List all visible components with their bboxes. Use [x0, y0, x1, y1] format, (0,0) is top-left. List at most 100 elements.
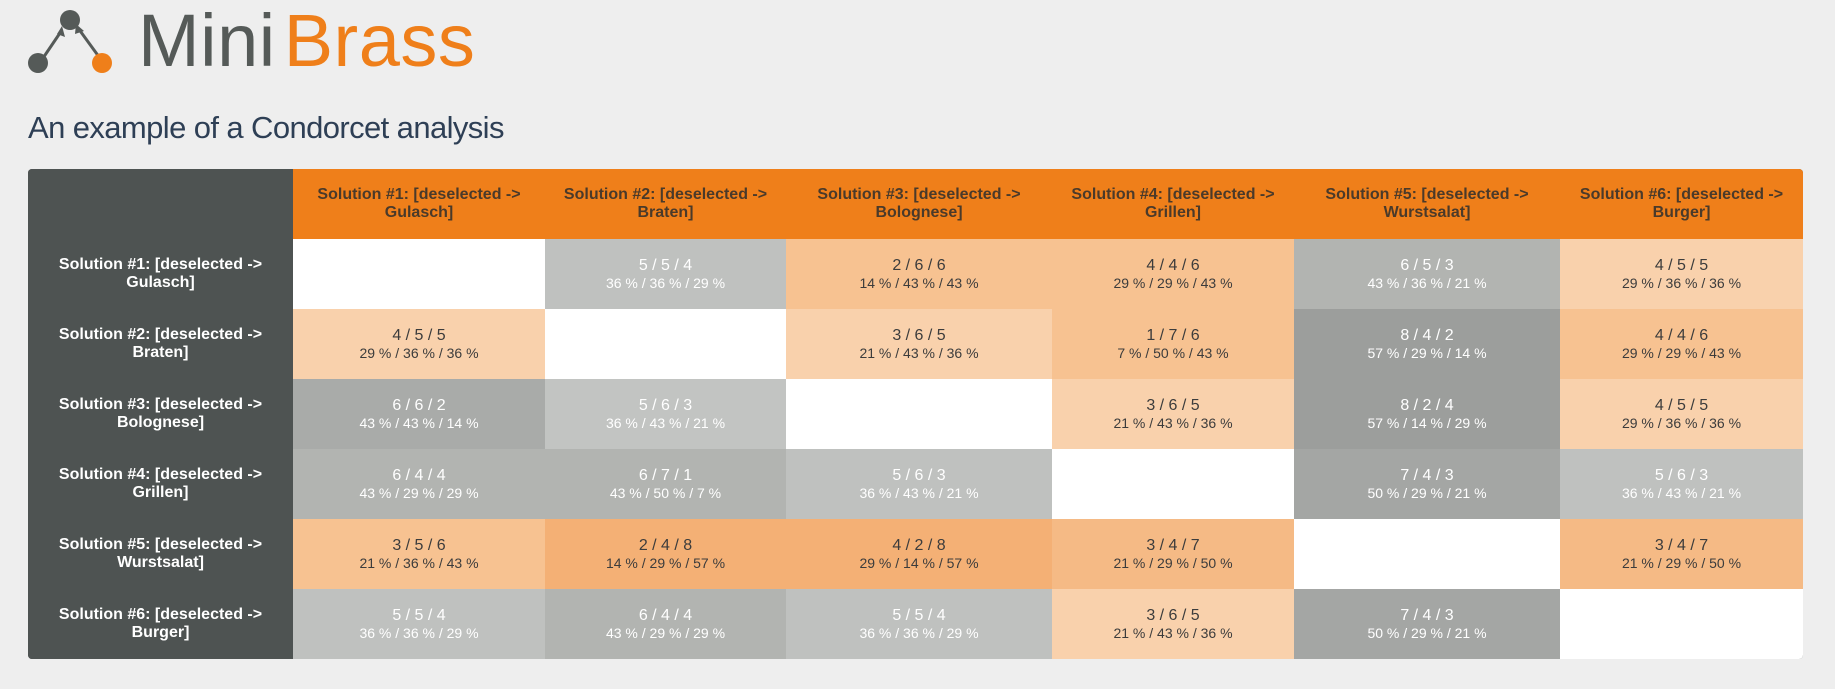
vote-counts: 6 / 4 / 4: [638, 606, 693, 624]
vote-counts: 3 / 6 / 5: [892, 326, 946, 344]
vote-percentages: 50 % / 29 % / 21 %: [1367, 624, 1487, 641]
empty-diagonal-cell: [786, 379, 1052, 449]
vote-counts: 5 / 6 / 3: [638, 396, 693, 414]
vote-counts: 5 / 5 / 4: [638, 256, 693, 274]
vote-counts: 4 / 4 / 6: [1146, 256, 1200, 274]
vote-counts: 3 / 6 / 5: [1146, 606, 1200, 624]
vote-percentages: 21 % / 43 % / 36 %: [859, 344, 979, 361]
comparison-cell: 5 / 5 / 4 36 % / 36 % / 29 %: [545, 239, 786, 309]
comparison-cell: 6 / 6 / 2 43 % / 43 % / 14 %: [293, 379, 545, 449]
empty-diagonal-cell: [293, 239, 545, 309]
comparison-cell: 3 / 6 / 5 21 % / 43 % / 36 %: [1052, 589, 1294, 659]
matrix-corner: [28, 169, 293, 239]
vote-percentages: 57 % / 14 % / 29 %: [1367, 414, 1487, 431]
vote-percentages: 43 % / 36 % / 21 %: [1367, 274, 1487, 291]
vote-percentages: 36 % / 36 % / 29 %: [359, 624, 479, 641]
brand-mini: Mini: [138, 0, 276, 82]
comparison-cell: 1 / 7 / 67 % / 50 % / 43 %: [1052, 309, 1294, 379]
vote-counts: 5 / 5 / 4: [392, 606, 446, 624]
vote-percentages: 21 % / 43 % / 36 %: [1113, 414, 1233, 431]
comparison-cell: 3 / 4 / 7 21 % / 29 % / 50 %: [1560, 519, 1803, 589]
comparison-cell: 2 / 6 / 6 14 % / 43 % / 43 %: [786, 239, 1052, 309]
vote-counts: 4 / 4 / 6: [1654, 326, 1709, 344]
header: Mini Brass: [28, 4, 475, 78]
vote-counts: 7 / 4 / 3: [1400, 606, 1454, 624]
empty-diagonal-cell: [1052, 449, 1294, 519]
comparison-cell: 2 / 4 / 8 14 % / 29 % / 57 %: [545, 519, 786, 589]
vote-percentages: 36 % / 43 % / 21 %: [859, 484, 979, 501]
column-header: Solution #2: [deselected -> Braten]: [545, 169, 786, 239]
comparison-cell: 6 / 5 / 3 43 % / 36 % / 21 %: [1294, 239, 1560, 309]
comparison-cell: 7 / 4 / 3 50 % / 29 % / 21 %: [1294, 449, 1560, 519]
vote-counts: 5 / 6 / 3: [1654, 466, 1709, 484]
row-header: Solution #3: [deselected -> Bolognese]: [28, 379, 293, 449]
vote-counts: 8 / 2 / 4: [1400, 396, 1454, 414]
comparison-cell: 6 / 4 / 4 43 % / 29 % / 29 %: [293, 449, 545, 519]
vote-counts: 5 / 5 / 4: [892, 606, 946, 624]
vote-percentages: 29 % / 14 % / 57 %: [859, 554, 979, 571]
vote-percentages: 29 % / 29 % / 43 %: [1113, 274, 1233, 291]
comparison-cell: 3 / 5 / 6 21 % / 36 % / 43 %: [293, 519, 545, 589]
vote-counts: 5 / 6 / 3: [892, 466, 946, 484]
vote-counts: 6 / 6 / 2: [392, 396, 446, 414]
vote-counts: 3 / 4 / 7: [1654, 536, 1709, 554]
comparison-cell: 4 / 5 / 5 29 % / 36 % / 36 %: [1560, 379, 1803, 449]
comparison-cell: 6 / 4 / 4 43 % / 29 % / 29 %: [545, 589, 786, 659]
page-title: An example of a Condorcet analysis: [28, 110, 504, 145]
comparison-cell: 4 / 4 / 6 29 % / 29 % / 43 %: [1560, 309, 1803, 379]
comparison-cell: 5 / 5 / 4 36 % / 36 % / 29 %: [293, 589, 545, 659]
column-header: Solution #5: [deselected -> Wurstsalat]: [1294, 169, 1560, 239]
row-header: Solution #2: [deselected -> Braten]: [28, 309, 293, 379]
column-header: Solution #1: [deselected -> Gulasch]: [293, 169, 545, 239]
vote-percentages: 29 % / 36 % / 36 %: [1621, 274, 1742, 291]
vote-percentages: 36 % / 36 % / 29 %: [859, 624, 979, 641]
minibrass-logo-icon[interactable]: [28, 8, 112, 74]
vote-counts: 2 / 6 / 6: [892, 256, 946, 274]
comparison-cell: 6 / 7 / 1 43 % / 50 % / 7 %: [545, 449, 786, 519]
vote-percentages: 21 % / 29 % / 50 %: [1621, 554, 1742, 571]
brand-brass: Brass: [283, 0, 476, 82]
comparison-cell: 8 / 2 / 4 57 % / 14 % / 29 %: [1294, 379, 1560, 449]
vote-counts: 4 / 5 / 5: [1654, 256, 1709, 274]
empty-diagonal-cell: [1294, 519, 1560, 589]
vote-percentages: 14 % / 43 % / 43 %: [859, 274, 979, 291]
vote-percentages: 43 % / 29 % / 29 %: [605, 624, 726, 641]
comparison-cell: 5 / 6 / 3 36 % / 43 % / 21 %: [545, 379, 786, 449]
vote-counts: 3 / 6 / 5: [1146, 396, 1200, 414]
row-header: Solution #6: [deselected -> Burger]: [28, 589, 293, 659]
vote-counts: 6 / 7 / 1: [638, 466, 693, 484]
vote-counts: 7 / 4 / 3: [1400, 466, 1454, 484]
vote-counts: 8 / 4 / 2: [1400, 326, 1454, 344]
comparison-cell: 7 / 4 / 3 50 % / 29 % / 21 %: [1294, 589, 1560, 659]
vote-percentages: 36 % / 43 % / 21 %: [605, 414, 726, 431]
comparison-cell: 3 / 4 / 7 21 % / 29 % / 50 %: [1052, 519, 1294, 589]
vote-counts: 3 / 4 / 7: [1146, 536, 1200, 554]
comparison-cell: 4 / 4 / 6 29 % / 29 % / 43 %: [1052, 239, 1294, 309]
vote-percentages: 50 % / 29 % / 21 %: [1367, 484, 1487, 501]
comparison-cell: 5 / 6 / 3 36 % / 43 % / 21 %: [1560, 449, 1803, 519]
comparison-cell: 3 / 6 / 5 21 % / 43 % / 36 %: [1052, 379, 1294, 449]
empty-diagonal-cell: [545, 309, 786, 379]
brand-wordmark[interactable]: Mini Brass: [138, 4, 475, 78]
empty-diagonal-cell: [1560, 589, 1803, 659]
vote-percentages: 21 % / 36 % / 43 %: [359, 554, 479, 571]
vote-percentages: 43 % / 43 % / 14 %: [359, 414, 479, 431]
comparison-cell: 3 / 6 / 5 21 % / 43 % / 36 %: [786, 309, 1052, 379]
vote-counts: 6 / 5 / 3: [1400, 256, 1454, 274]
vote-percentages: 43 % / 29 % / 29 %: [359, 484, 479, 501]
vote-counts: 6 / 4 / 4: [392, 466, 446, 484]
vote-counts: 1 / 7 / 6: [1146, 326, 1200, 344]
row-header: Solution #1: [deselected -> Gulasch]: [28, 239, 293, 309]
comparison-cell: 8 / 4 / 2 57 % / 29 % / 14 %: [1294, 309, 1560, 379]
vote-percentages: 14 % / 29 % / 57 %: [605, 554, 726, 571]
vote-percentages: 43 % / 50 % / 7 %: [609, 484, 722, 501]
vote-percentages: 29 % / 36 % / 36 %: [359, 344, 479, 361]
vote-percentages: 57 % / 29 % / 14 %: [1367, 344, 1487, 361]
column-header: Solution #6: [deselected -> Burger]: [1560, 169, 1803, 239]
vote-counts: 3 / 5 / 6: [392, 536, 446, 554]
column-header: Solution #3: [deselected -> Bolognese]: [786, 169, 1052, 239]
comparison-cell: 4 / 5 / 5 29 % / 36 % / 36 %: [1560, 239, 1803, 309]
vote-percentages: 21 % / 29 % / 50 %: [1113, 554, 1233, 571]
vote-counts: 4 / 5 / 5: [1654, 396, 1709, 414]
row-header: Solution #5: [deselected -> Wurstsalat]: [28, 519, 293, 589]
